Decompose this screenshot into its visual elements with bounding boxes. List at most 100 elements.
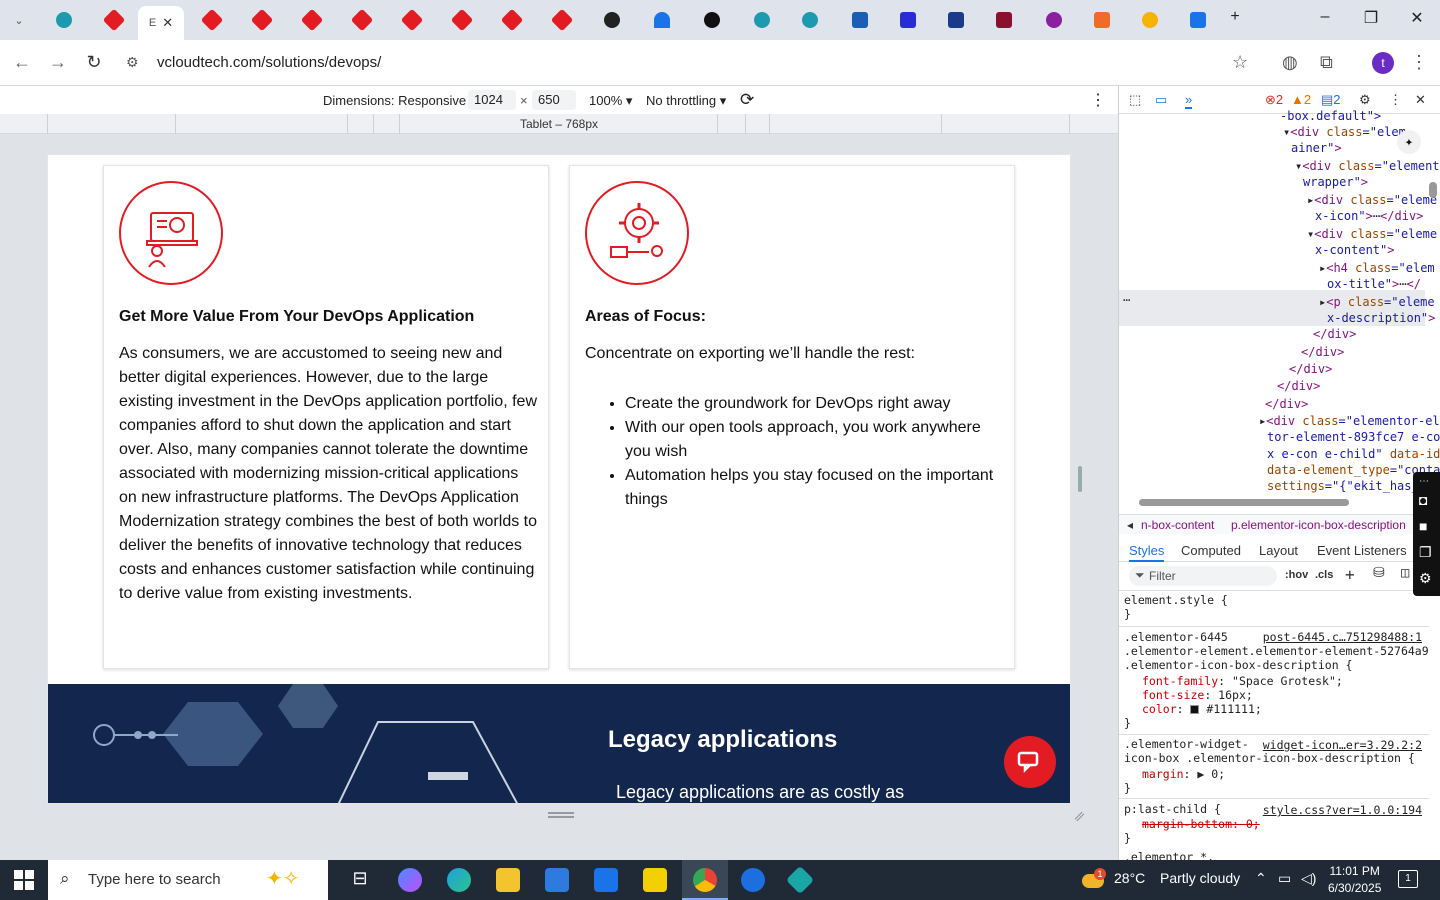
styles-filter-input[interactable]: ⏷ Filter bbox=[1129, 566, 1277, 586]
add-rule-icon[interactable]: + bbox=[1345, 565, 1355, 584]
url-field[interactable]: vcloudtech.com/solutions/devops/ bbox=[157, 54, 381, 71]
new-tab-button[interactable]: + bbox=[1220, 8, 1250, 26]
css-source-link[interactable]: post-6445.c…751298488:1 bbox=[1263, 630, 1422, 644]
tab-16[interactable] bbox=[786, 6, 834, 34]
tab-10[interactable] bbox=[488, 6, 536, 34]
viewport-resize-handle[interactable] bbox=[1078, 466, 1082, 492]
file-explorer-icon[interactable] bbox=[496, 868, 520, 892]
tab-15[interactable] bbox=[738, 6, 786, 34]
breadcrumb-item[interactable]: p.elementor-icon-box-description bbox=[1231, 518, 1406, 532]
css-source-link[interactable]: widget-icon…er=3.29.2:2 bbox=[1263, 738, 1422, 752]
tab-24[interactable] bbox=[1174, 6, 1222, 34]
tab-search-button[interactable]: ⌄ bbox=[4, 6, 34, 34]
tab-event-listeners[interactable]: Event Listeners bbox=[1317, 543, 1407, 558]
app-icon[interactable] bbox=[785, 865, 815, 895]
more-options-icon[interactable]: ⋮ bbox=[1090, 90, 1106, 110]
dom-node[interactable]: -box.default"> bbox=[1280, 108, 1381, 124]
dom-node[interactable]: ▸<div class="eleme bbox=[1307, 192, 1437, 208]
tab-6[interactable] bbox=[288, 6, 336, 34]
mail-icon[interactable] bbox=[594, 868, 618, 892]
vertical-scrollbar[interactable] bbox=[1429, 182, 1437, 198]
dom-node-selected[interactable]: ▸<p class="eleme bbox=[1319, 294, 1435, 310]
video-icon[interactable]: ■ bbox=[1419, 518, 1427, 534]
tab-20[interactable] bbox=[980, 6, 1028, 34]
paint-icon[interactable]: ⛁ bbox=[1373, 565, 1385, 581]
settings-gear-icon[interactable]: ⚙ bbox=[1359, 92, 1371, 108]
pin-icon[interactable]: ⋯ bbox=[1419, 476, 1429, 487]
capture-settings-icon[interactable]: ⚙ bbox=[1419, 570, 1432, 587]
avatar[interactable]: t bbox=[1372, 52, 1394, 74]
throttling-dropdown[interactable]: No throttling ▾ bbox=[646, 93, 726, 109]
close-devtools-icon[interactable]: ✕ bbox=[1415, 92, 1426, 108]
store-icon[interactable] bbox=[545, 868, 569, 892]
volume-icon[interactable]: ◁) bbox=[1301, 870, 1316, 887]
inspect-icon[interactable]: ⬚ bbox=[1129, 92, 1141, 108]
breadcrumb-item[interactable]: n-box-content bbox=[1141, 518, 1214, 532]
tab-12[interactable] bbox=[588, 6, 636, 34]
color-swatch[interactable] bbox=[1190, 705, 1200, 714]
tab-8[interactable] bbox=[388, 6, 436, 34]
taskbar-clock[interactable]: 11:01 PM 6/30/2025 bbox=[1328, 863, 1381, 897]
sidebar-toggle-icon[interactable]: ◫ bbox=[1401, 565, 1409, 581]
forward-icon[interactable]: → bbox=[46, 52, 70, 73]
corner-resize-icon[interactable]: ═ bbox=[1070, 807, 1088, 825]
dom-node[interactable]: ▸<h4 class="elem bbox=[1319, 260, 1435, 276]
accessibility-icon[interactable]: ✦ bbox=[1397, 130, 1421, 154]
css-declaration[interactable]: font-family: "Space Grotesk"; bbox=[1142, 674, 1343, 688]
dom-node[interactable]: ▸<div class="elementor-el bbox=[1259, 413, 1440, 429]
zoom-dropdown[interactable]: 100% ▾ bbox=[589, 93, 632, 109]
close-window-button[interactable]: ✕ bbox=[1402, 8, 1432, 28]
weather-icon[interactable]: 1 bbox=[1082, 868, 1108, 892]
cls-toggle[interactable]: .cls bbox=[1315, 569, 1333, 581]
tab-9[interactable] bbox=[438, 6, 486, 34]
site-info-icon[interactable]: ⚙ bbox=[126, 54, 139, 71]
zoom-icon[interactable] bbox=[741, 868, 765, 892]
tab-1[interactable] bbox=[40, 6, 88, 34]
breadcrumb-scroll-left-icon[interactable]: ◂ bbox=[1127, 518, 1133, 532]
dom-node[interactable]: ▾<div class="elem bbox=[1283, 124, 1406, 140]
tab-14[interactable] bbox=[688, 6, 736, 34]
css-source-link[interactable]: style.css?ver=1.0.0:194 bbox=[1263, 803, 1422, 817]
tab-4[interactable] bbox=[188, 6, 236, 34]
horizontal-scrollbar[interactable] bbox=[1139, 499, 1349, 506]
width-input[interactable]: 1024 bbox=[468, 90, 516, 110]
tab-13[interactable] bbox=[638, 6, 686, 34]
dom-node[interactable]: ▾<div class="eleme bbox=[1307, 226, 1437, 242]
node-options-icon[interactable]: ⋯ bbox=[1123, 292, 1130, 308]
dimensions-dropdown[interactable]: Dimensions: Responsive ▾ bbox=[323, 93, 476, 109]
close-tab-icon[interactable]: ✕ bbox=[162, 15, 173, 31]
tab-styles[interactable]: Styles bbox=[1129, 543, 1165, 562]
css-declaration[interactable]: margin: ▶ 0; bbox=[1142, 767, 1225, 781]
network-icon[interactable]: ▭ bbox=[1278, 870, 1291, 887]
error-count[interactable]: ⊗2 bbox=[1265, 92, 1283, 108]
more-tabs-icon[interactable]: » bbox=[1185, 92, 1193, 109]
viewport-height-handle[interactable] bbox=[548, 812, 574, 818]
reload-icon[interactable]: ↻ bbox=[82, 52, 106, 73]
chevron-up-icon[interactable]: ⌃ bbox=[1255, 870, 1267, 887]
notifications-icon[interactable]: 1 bbox=[1398, 870, 1418, 888]
tab-11[interactable] bbox=[538, 6, 586, 34]
tab-7[interactable] bbox=[338, 6, 386, 34]
taskbar-search-input[interactable]: ⌕ Type here to search ✦✧ bbox=[48, 860, 328, 900]
tab-23[interactable] bbox=[1126, 6, 1174, 34]
css-declaration[interactable]: color: #111111; bbox=[1142, 702, 1262, 716]
chrome-taskbar-item[interactable] bbox=[682, 860, 728, 900]
tab-17[interactable] bbox=[836, 6, 884, 34]
copilot-icon[interactable] bbox=[398, 868, 422, 892]
windows-start-icon[interactable] bbox=[14, 870, 34, 890]
message-count[interactable]: ▤2 bbox=[1321, 92, 1341, 108]
tab-21[interactable] bbox=[1030, 6, 1078, 34]
devtools-menu-icon[interactable]: ⋮ bbox=[1389, 92, 1402, 108]
dom-node[interactable]: ▾<div class="element bbox=[1295, 158, 1440, 174]
tab-active[interactable]: E ✕ bbox=[138, 6, 184, 40]
back-icon[interactable]: ← bbox=[10, 52, 34, 73]
minimize-button[interactable]: – bbox=[1310, 8, 1340, 26]
edge-icon[interactable] bbox=[447, 868, 471, 892]
media-query-ruler[interactable]: Tablet – 768px bbox=[0, 114, 1118, 134]
camera-icon[interactable]: ◘ bbox=[1419, 492, 1427, 508]
window-icon[interactable]: ❐ bbox=[1419, 544, 1432, 561]
css-declaration-overridden[interactable]: margin-bottom: 0; bbox=[1142, 817, 1260, 831]
bookmark-star-icon[interactable]: ☆ bbox=[1232, 52, 1248, 73]
tab-layout[interactable]: Layout bbox=[1259, 543, 1298, 558]
rotate-icon[interactable]: ⟳ bbox=[740, 90, 754, 110]
